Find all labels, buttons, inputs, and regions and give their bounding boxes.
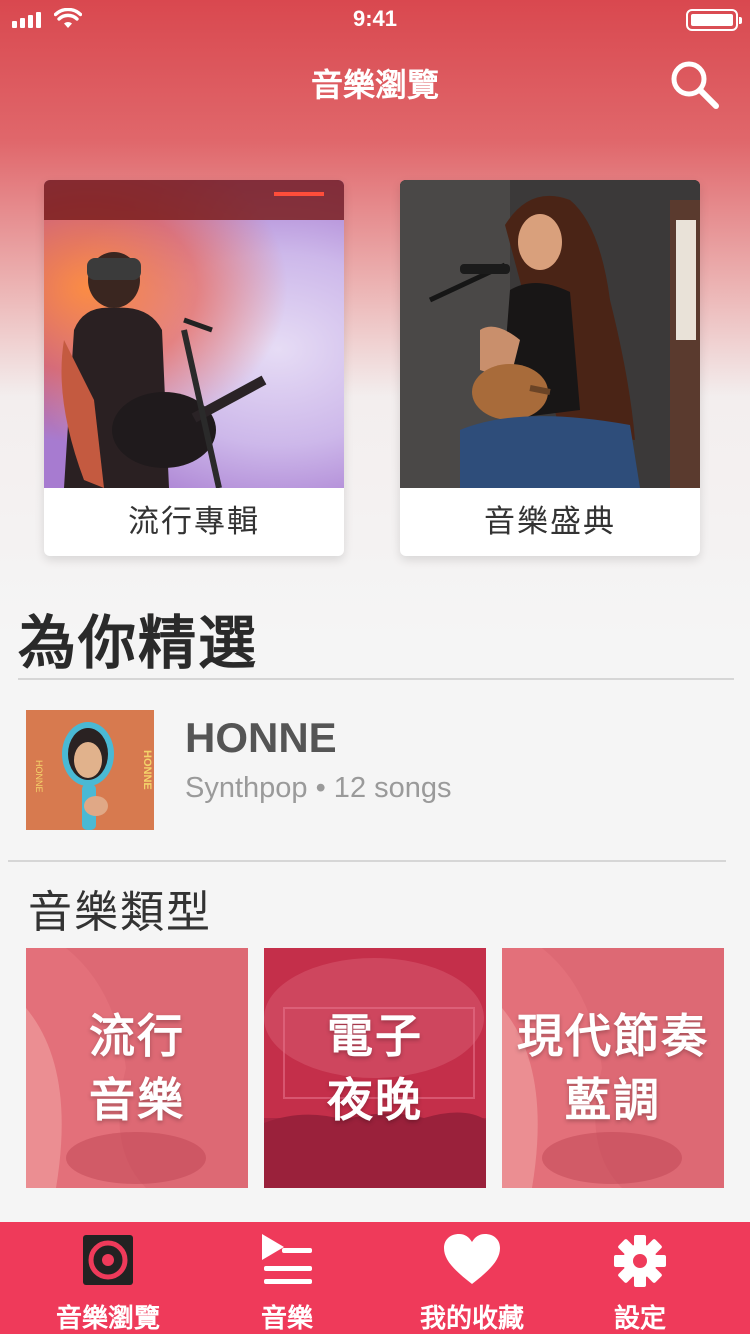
featured-card-pop-albums[interactable]: 流行專輯 (44, 180, 344, 556)
tab-label: 我的收藏 (419, 1304, 524, 1334)
genre-tile-label: 流行 (89, 1009, 185, 1063)
genre-tile-label: 藍調 (565, 1073, 661, 1127)
artist-name[interactable]: HONNE (185, 714, 337, 762)
page-title: 音樂瀏覽 (310, 66, 439, 104)
genre-tile-pop[interactable]: 流行 音樂 (26, 948, 248, 1188)
tab-music[interactable]: 音樂 (232, 1222, 342, 1334)
cover-text: HONNE (141, 750, 153, 790)
section-title: 為你精選 (18, 609, 259, 677)
genre-tile-label: 電子 (327, 1009, 423, 1063)
featured-card-label: 流行專輯 (128, 504, 260, 540)
battery-icon (686, 9, 742, 31)
album-cover[interactable]: HONNE HONNE (26, 710, 154, 830)
gear-icon (614, 1235, 666, 1287)
cover-text: HONNE (34, 760, 44, 793)
section-divider (18, 678, 734, 680)
status-time: 9:41 (352, 6, 398, 31)
tab-browse[interactable]: 音樂瀏覽 (40, 1222, 176, 1334)
genre-tile-label: 音樂 (89, 1073, 185, 1127)
genre-tile-rnb[interactable]: 現代節奏 藍調 (502, 948, 724, 1188)
speaker-icon (83, 1235, 133, 1285)
artist-meta: Synthpop • 12 songs (185, 772, 452, 804)
search-button[interactable] (668, 58, 722, 112)
tab-bar: 音樂瀏覽 音樂 我的收藏 設定 (0, 1222, 750, 1334)
status-bar: 9:41 (0, 0, 750, 40)
playlist-icon (262, 1234, 312, 1284)
search-icon (671, 61, 719, 109)
acoustic-performer-photo (400, 180, 700, 488)
section-divider (8, 860, 726, 862)
heart-icon (444, 1234, 500, 1284)
tab-label: 音樂瀏覽 (55, 1304, 160, 1334)
genre-tile-electronic[interactable]: 電子 夜晚 (264, 948, 486, 1188)
tab-settings[interactable]: 設定 (590, 1222, 690, 1334)
featured-card-music-festival[interactable]: 音樂盛典 (400, 180, 700, 556)
genre-heading: 音樂類型 (28, 887, 212, 938)
tab-favorites[interactable]: 我的收藏 (404, 1222, 540, 1334)
genre-tile-label: 夜晚 (327, 1073, 423, 1127)
tab-label: 設定 (613, 1304, 666, 1334)
tab-label: 音樂 (260, 1304, 313, 1334)
singer-guitar-photo (44, 180, 344, 488)
genre-tile-label: 現代節奏 (517, 1009, 709, 1063)
featured-card-label: 音樂盛典 (484, 504, 616, 540)
